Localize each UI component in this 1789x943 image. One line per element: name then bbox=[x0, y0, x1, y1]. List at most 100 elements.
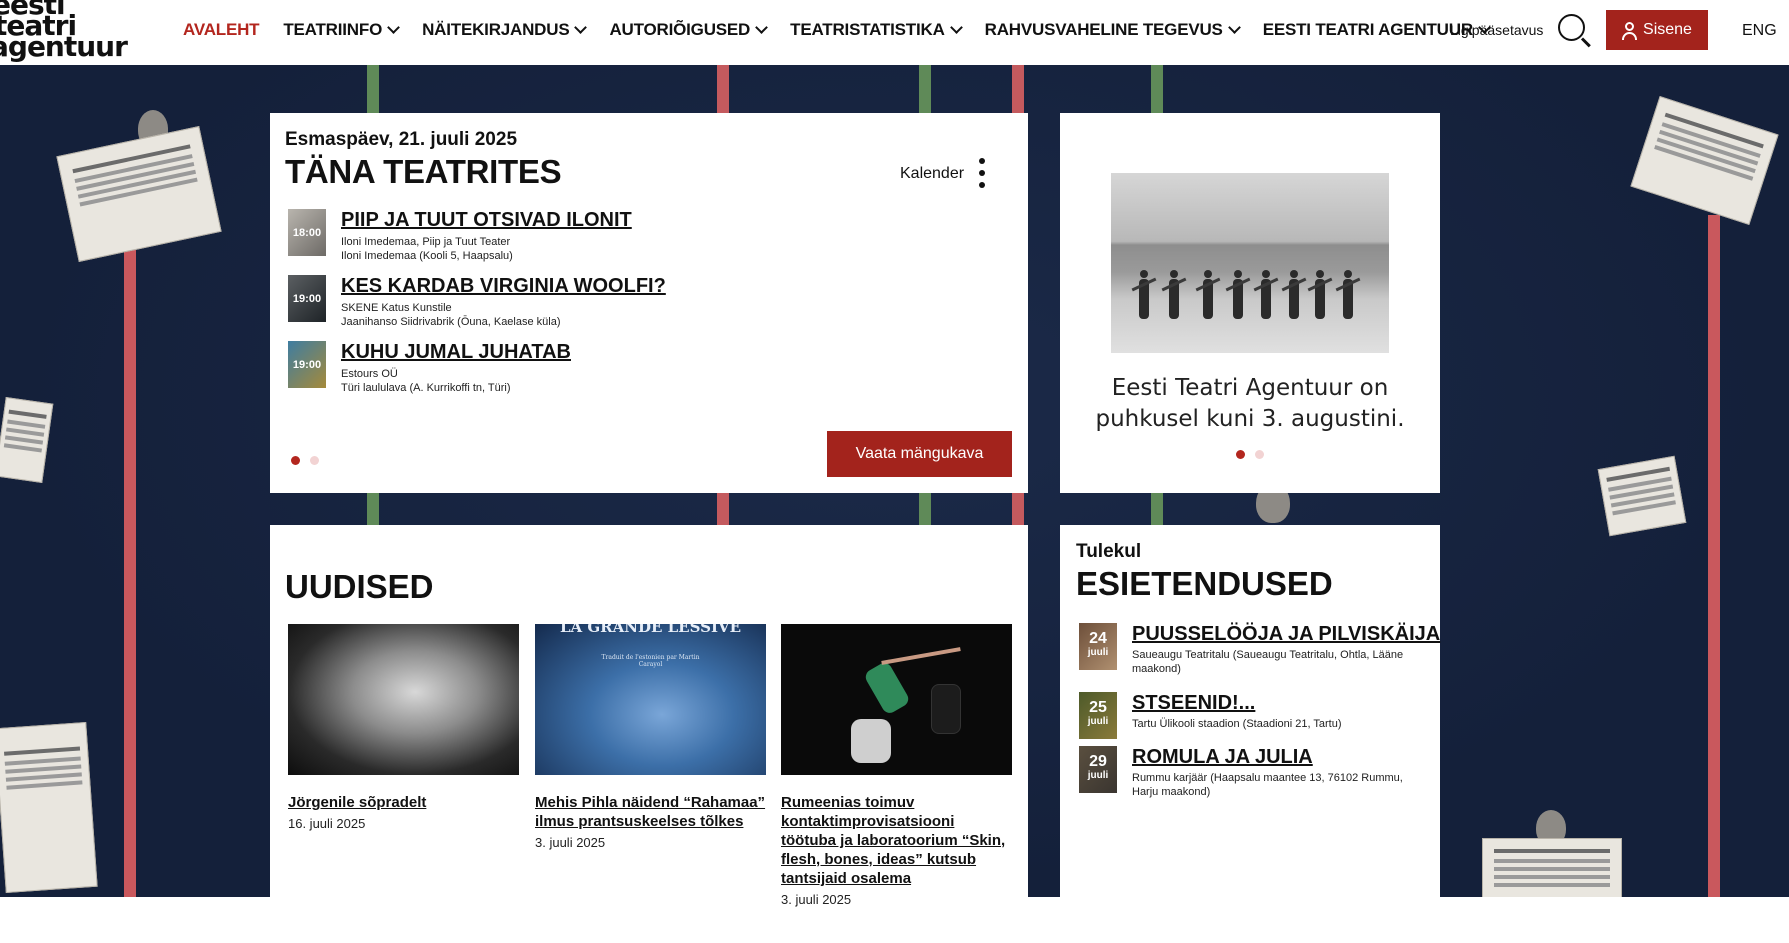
chevron-down-icon bbox=[574, 21, 588, 34]
newspaper-illustration bbox=[1597, 455, 1687, 537]
site-logo[interactable]: eesti teatri agentuur bbox=[0, 0, 145, 62]
premiere-item: 29 juuli ROMULA JA JULIA Rummu karjäär (… bbox=[1079, 746, 1429, 800]
show-title-link[interactable]: KES KARDAB VIRGINIA WOOLFI? bbox=[341, 275, 666, 298]
premiere-title-link[interactable]: ROMULA JA JULIA bbox=[1132, 746, 1313, 769]
carousel-dots bbox=[1236, 450, 1264, 459]
chevron-down-icon bbox=[387, 21, 400, 34]
nav-item-rahvusvaheline[interactable]: RAHVUSVAHELINE TEGEVUS bbox=[984, 20, 1241, 40]
main-nav: AVALEHT TEATRIINFO NÄITEKIRJANDUS AUTORI… bbox=[183, 0, 1513, 60]
show-item: 18:00 PIIP JA TUUT OTSIVAD ILONIT Iloni … bbox=[288, 209, 988, 275]
logo-line: agentuur bbox=[0, 30, 128, 62]
premiere-month: juuli bbox=[1087, 716, 1109, 727]
carousel-dot[interactable] bbox=[291, 456, 300, 465]
promo-card: Eesti Teatri Agentuur on puhkusel kuni 3… bbox=[1060, 113, 1440, 493]
newspaper-illustration bbox=[1482, 838, 1622, 897]
accessibility-link[interactable]: Ligipääsetavus bbox=[1450, 22, 1543, 38]
premiere-month: juuli bbox=[1087, 647, 1109, 658]
show-producer: Iloni Imedemaa, Piip ja Tuut Teater bbox=[341, 236, 511, 248]
login-button[interactable]: Sisene bbox=[1606, 10, 1708, 50]
nav-label: NÄITEKIRJANDUS bbox=[422, 20, 570, 39]
show-title-link[interactable]: KUHU JUMAL JUHATAB bbox=[341, 341, 571, 364]
news-photo: LA GRANDE LESSIVE Traduit de l'estonien … bbox=[535, 624, 766, 775]
news-date: 3. juuli 2025 bbox=[781, 892, 852, 907]
news-title-link[interactable]: Jörgenile sõpradelt bbox=[288, 793, 519, 812]
newspaper-illustration bbox=[56, 126, 222, 262]
carousel-dots bbox=[291, 456, 319, 465]
nav-item-teatriinfo[interactable]: TEATRIINFO bbox=[283, 20, 400, 40]
news-title: UUDISED bbox=[285, 568, 434, 605]
chevron-down-icon bbox=[755, 21, 769, 34]
calendar-link[interactable]: Kalender bbox=[900, 165, 964, 183]
nav-label: EESTI TEATRI AGENTUUR bbox=[1262, 20, 1473, 39]
carousel-dot[interactable] bbox=[310, 456, 319, 465]
chevron-down-icon bbox=[949, 21, 963, 34]
nav-label: TEATRIINFO bbox=[283, 20, 383, 39]
view-playbill-button[interactable]: Vaata mängukava bbox=[827, 431, 1012, 477]
newspaper-illustration bbox=[0, 397, 54, 483]
carousel-dot[interactable] bbox=[1236, 450, 1245, 459]
premiere-item: 25 juuli STSEENID!... Tartu Ülikooli sta… bbox=[1079, 692, 1429, 746]
premiere-date-badge: 25 juuli bbox=[1079, 692, 1117, 739]
news-date: 16. juuli 2025 bbox=[288, 816, 366, 831]
newspaper-illustration bbox=[1630, 96, 1779, 225]
premiere-venue: Rummu karjäär (Haapsalu maantee 13, 7610… bbox=[1132, 772, 1403, 798]
premiere-title-link[interactable]: STSEENID!... bbox=[1132, 692, 1255, 715]
login-label: Sisene bbox=[1643, 21, 1692, 38]
kebab-menu-icon[interactable] bbox=[977, 158, 987, 190]
premieres-list: 24 juuli PUUSSELÖÖJA JA PILVISKÄIJA Saue… bbox=[1079, 623, 1440, 800]
premiere-title-link[interactable]: PUUSSELÖÖJA JA PILVISKÄIJA bbox=[1132, 623, 1440, 646]
news-item[interactable]: LA GRANDE LESSIVE Traduit de l'estonien … bbox=[535, 624, 766, 850]
show-time-badge: 19:00 bbox=[288, 275, 326, 322]
show-item: 19:00 KES KARDAB VIRGINIA WOOLFI? SKENE … bbox=[288, 275, 988, 341]
nav-item-naitekirjandus[interactable]: NÄITEKIRJANDUS bbox=[422, 20, 588, 40]
premiere-date-badge: 24 juuli bbox=[1079, 623, 1117, 670]
premieres-card: Tulekul ESIETENDUSED 24 juuli PUUSSELÖÖJ… bbox=[1060, 525, 1440, 897]
nav-item-teatristatistika[interactable]: TEATRISTATISTIKA bbox=[790, 20, 963, 40]
show-venue: Iloni Imedemaa (Kooli 5, Haapsalu) bbox=[341, 250, 513, 262]
premiere-venue: Tartu Ülikooli staadion (Staadioni 21, T… bbox=[1132, 718, 1342, 730]
news-photo bbox=[781, 624, 1012, 775]
news-title-link[interactable]: Rumeenias toimuv kontaktimprovisatsiooni… bbox=[781, 793, 1012, 888]
show-venue: Türi laululava (A. Kurrikoffi tn, Türi) bbox=[341, 382, 511, 394]
news-date: 3. juuli 2025 bbox=[535, 835, 606, 850]
nav-label: AUTORIÕIGUSED bbox=[609, 20, 751, 39]
news-title-link[interactable]: Mehis Pihla näidend “Rahamaa” ilmus pran… bbox=[535, 793, 766, 831]
premiere-month: juuli bbox=[1087, 770, 1109, 781]
premieres-title: ESIETENDUSED bbox=[1076, 565, 1333, 602]
newspaper-illustration bbox=[0, 721, 98, 894]
nav-item-autorioigused[interactable]: AUTORIÕIGUSED bbox=[609, 20, 769, 40]
nav-label: RAHVUSVAHELINE TEGEVUS bbox=[984, 20, 1223, 39]
chevron-down-icon bbox=[1227, 21, 1241, 34]
today-date: Esmaspäev, 21. juuli 2025 bbox=[285, 129, 518, 150]
premiere-date-badge: 29 juuli bbox=[1079, 746, 1117, 793]
show-title-link[interactable]: PIIP JA TUUT OTSIVAD ILONIT bbox=[341, 209, 632, 232]
show-list: 18:00 PIIP JA TUUT OTSIVAD ILONIT Iloni … bbox=[288, 209, 988, 407]
premiere-day: 25 bbox=[1089, 699, 1107, 716]
show-venue: Jaanihanso Siidrivabrik (Ōuna, Kaelase k… bbox=[341, 316, 561, 328]
news-photo bbox=[288, 624, 519, 775]
news-card: UUDISED Jörgenile sõpradelt 16. juuli 20… bbox=[270, 525, 1028, 907]
premiere-venue: Saueaugu Teatritalu (Saueaugu Teatritalu… bbox=[1132, 649, 1404, 675]
search-icon[interactable] bbox=[1556, 12, 1592, 48]
show-producer: Estours OÜ bbox=[341, 368, 398, 380]
premiere-item: 24 juuli PUUSSELÖÖJA JA PILVISKÄIJA Saue… bbox=[1079, 623, 1440, 692]
news-item[interactable]: Rumeenias toimuv kontaktimprovisatsiooni… bbox=[781, 624, 1012, 907]
show-time-badge: 19:00 bbox=[288, 341, 326, 388]
today-title: TÄNA TEATRITES bbox=[285, 153, 562, 190]
carousel-dot[interactable] bbox=[1255, 450, 1264, 459]
promo-text: Eesti Teatri Agentuur on puhkusel kuni 3… bbox=[1095, 375, 1405, 432]
site-header: eesti teatri agentuur AVALEHT TEATRIINFO… bbox=[0, 0, 1789, 65]
premieres-subtitle: Tulekul bbox=[1076, 541, 1142, 562]
figure-pole bbox=[1708, 215, 1720, 897]
language-switch[interactable]: ENG bbox=[1742, 22, 1777, 40]
nav-label: TEATRISTATISTIKA bbox=[790, 20, 945, 39]
nav-item-avaleht[interactable]: AVALEHT bbox=[183, 20, 260, 40]
premiere-day: 24 bbox=[1089, 630, 1107, 647]
beach-dancers-photo bbox=[1111, 173, 1389, 353]
news-item[interactable]: Jörgenile sõpradelt 16. juuli 2025 bbox=[288, 624, 519, 831]
photo-caption: LA GRANDE LESSIVE bbox=[559, 624, 742, 636]
user-icon bbox=[1622, 21, 1638, 40]
figure-pole bbox=[124, 200, 136, 897]
today-in-theatres-card: Esmaspäev, 21. juuli 2025 TÄNA TEATRITES… bbox=[270, 113, 1028, 493]
photo-caption: Traduit de l'estonien par Martin Carayol bbox=[601, 654, 700, 668]
